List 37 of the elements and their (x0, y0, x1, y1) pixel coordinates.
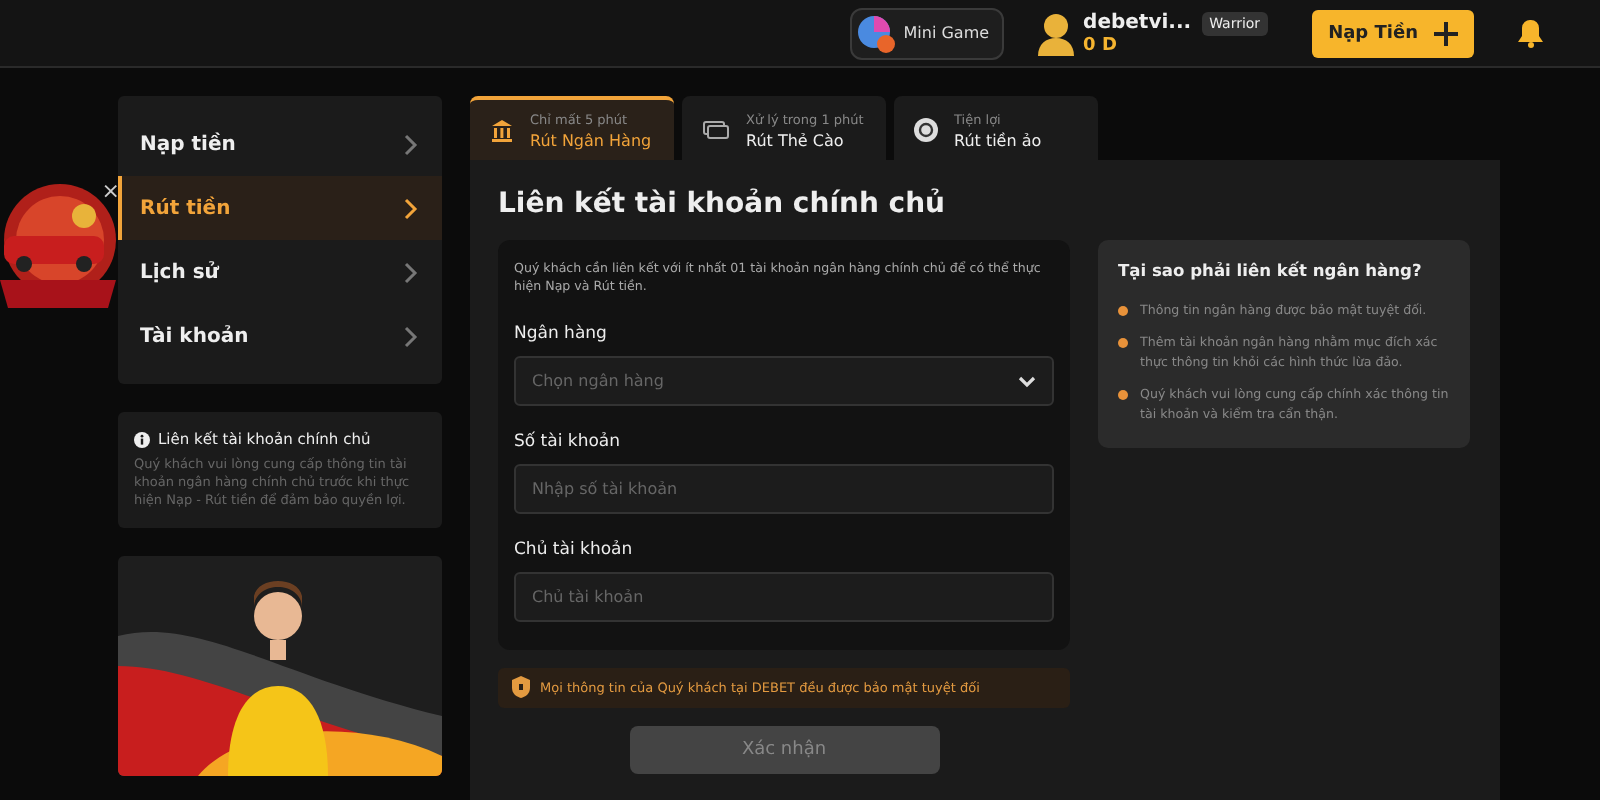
username: debetvi... (1083, 12, 1192, 34)
deposit-button[interactable]: Nạp Tiền (1312, 9, 1474, 57)
tab-label: Rút Thẻ Cào (746, 131, 846, 149)
tab-label: Rút Ngân Hàng (530, 131, 652, 149)
chevron-right-icon (404, 133, 418, 155)
why-title: Tại sao phải liên kết ngân hàng? (1118, 260, 1424, 280)
close-icon[interactable]: × (101, 178, 120, 204)
chevron-down-icon (1018, 375, 1036, 388)
sidebar-item[interactable]: Lịch sử (118, 240, 442, 304)
balance: 0 D (1083, 35, 1119, 55)
bullet-icon (1118, 338, 1128, 349)
page-heading: Liên kết tài khoản chính chủ (498, 188, 948, 220)
bell-icon[interactable] (1518, 18, 1544, 48)
bullet-icon (1118, 306, 1128, 316)
sidebar-item[interactable]: Tài khoản (118, 304, 442, 368)
avatar-icon (1035, 11, 1076, 55)
select-field[interactable]: Chọn ngân hàng (514, 355, 1054, 406)
shield-icon (512, 676, 530, 699)
game-balls-icon (855, 13, 896, 53)
plus-icon (1434, 21, 1458, 45)
input-field[interactable]: Chủ tài khoản (514, 571, 1054, 622)
input-field[interactable]: Nhập số tài khoản (514, 463, 1054, 514)
field-label: Số tài khoản (514, 431, 623, 452)
cards-icon (702, 120, 730, 140)
sidebar-item[interactable]: Rút tiền (118, 176, 442, 240)
field-label: Ngân hàng (514, 323, 609, 344)
mini-game-button[interactable]: Mini Game (849, 7, 1004, 59)
chevron-right-icon (404, 197, 418, 219)
chevron-right-icon (404, 261, 418, 283)
field-label: Chủ tài khoản (514, 539, 635, 560)
info-icon (134, 431, 150, 447)
sidebar-item[interactable]: Nạp tiền (118, 112, 442, 176)
tab-label: Rút tiền ảo (954, 131, 1042, 149)
coin-icon (914, 118, 938, 142)
chevron-right-icon (404, 325, 418, 347)
bullet-icon (1118, 390, 1128, 401)
bank-icon (490, 118, 514, 142)
